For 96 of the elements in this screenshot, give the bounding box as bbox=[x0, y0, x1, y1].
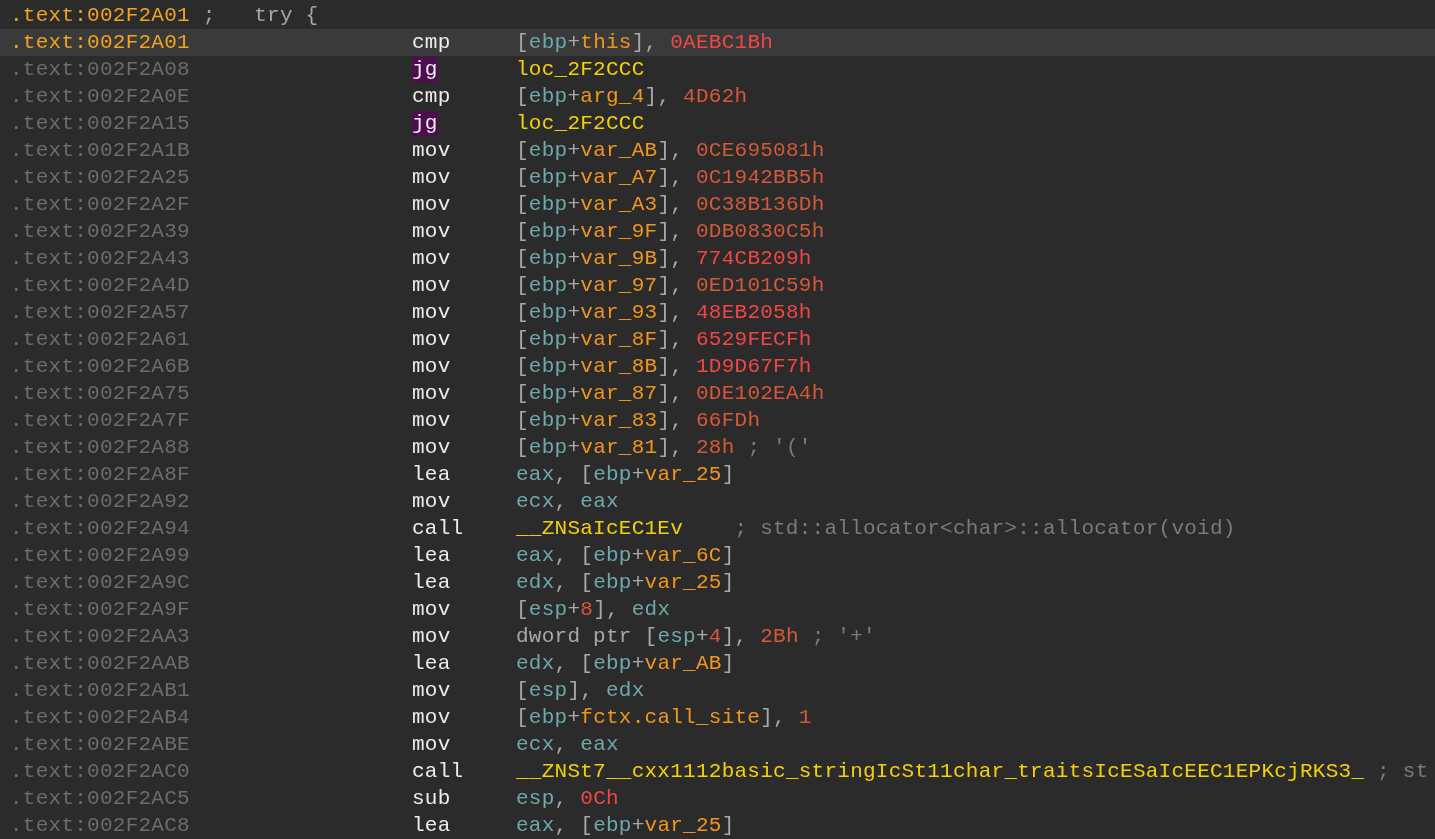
address-text: .text:002F2A8F bbox=[10, 463, 190, 486]
address-text: .text:002F2AAB bbox=[10, 652, 190, 675]
address-text: .text:002F2AB4 bbox=[10, 706, 190, 729]
comment-text: ; st bbox=[1377, 760, 1429, 783]
mnemonic-text: lea bbox=[412, 543, 451, 568]
mnemonic-text: mov bbox=[412, 732, 451, 757]
address-text: .text:002F2A7F bbox=[10, 409, 190, 432]
operand-text: [ebp+var_8F], 6529FECFh bbox=[516, 328, 812, 351]
operand-text: eax, [ebp+var_25] bbox=[516, 463, 735, 486]
address-text: .text:002F2A88 bbox=[10, 436, 190, 459]
address-text: .text:002F2A15 bbox=[10, 112, 190, 135]
mnemonic-text: mov bbox=[412, 597, 451, 622]
mnemonic-text: mov bbox=[412, 381, 451, 406]
operand-text: [ebp+arg_4], 4D62h bbox=[516, 85, 748, 108]
address-text: .text:002F2AC5 bbox=[10, 787, 190, 810]
address-text: .text:002F2A4D bbox=[10, 274, 190, 297]
operand-text: [ebp+var_A7], 0C1942BB5h bbox=[516, 166, 825, 189]
address-text: .text:002F2A57 bbox=[10, 301, 190, 324]
mnemonic-text: mov bbox=[412, 138, 451, 163]
address-text: .text:002F2A75 bbox=[10, 382, 190, 405]
operand-text: [ebp+var_83], 66FDh bbox=[516, 409, 761, 432]
operand-text: __ZNSt7__cxx1112basic_stringIcSt11char_traitsIcESaIcEEC1EPKcjRKS3_ bbox=[516, 760, 1365, 783]
address-text: .text:002F2A43 bbox=[10, 247, 190, 270]
mnemonic-text: mov bbox=[412, 165, 451, 190]
mnemonic-text: mov bbox=[412, 192, 451, 217]
address-text: .text:002F2A99 bbox=[10, 544, 190, 567]
comment-text: ; try { bbox=[202, 4, 319, 27]
mnemonic-text: cmp bbox=[412, 84, 451, 109]
mnemonic-text: lea bbox=[412, 462, 451, 487]
address-text: .text:002F2AB1 bbox=[10, 679, 190, 702]
comment-text: ; '+' bbox=[811, 625, 876, 648]
operand-text: esp, 0Ch bbox=[516, 787, 619, 810]
mnemonic-text: lea bbox=[412, 651, 451, 676]
mnemonic-text: lea bbox=[412, 570, 451, 595]
operand-text: [ebp+var_81], 28h bbox=[516, 436, 735, 459]
address-text: .text:002F2A39 bbox=[10, 220, 190, 243]
address-text: .text:002F2A08 bbox=[10, 58, 190, 81]
address-text: .text:002F2A94 bbox=[10, 517, 190, 540]
comment-text: ; std::allocator<char>::allocator(void) bbox=[734, 517, 1236, 540]
operand-text: __ZNSaIcEC1Ev bbox=[516, 517, 684, 540]
operand-text: [ebp+var_9F], 0DB0830C5h bbox=[516, 220, 825, 243]
mnemonic-text: mov bbox=[412, 624, 451, 649]
mnemonic-text: mov bbox=[412, 219, 451, 244]
address-text: .text:002F2A01 bbox=[10, 4, 190, 27]
address-text: .text:002F2ABE bbox=[10, 733, 190, 756]
mnemonic-text: jg bbox=[412, 57, 438, 82]
operand-text: dword ptr [esp+4], 2Bh bbox=[516, 625, 799, 648]
mnemonic-text: jg bbox=[412, 111, 438, 136]
address-text: .text:002F2A1B bbox=[10, 139, 190, 162]
operand-text: [ebp+var_8B], 1D9D67F7h bbox=[516, 355, 812, 378]
operand-text: [ebp+fctx.call_site], 1 bbox=[516, 706, 812, 729]
operand-text: eax, [ebp+var_6C] bbox=[516, 544, 735, 567]
mnemonic-text: mov bbox=[412, 678, 451, 703]
mnemonic-text: mov bbox=[412, 705, 451, 730]
operand-text: [esp], edx bbox=[516, 679, 645, 702]
operand-text: [ebp+var_A3], 0C38B136Dh bbox=[516, 193, 825, 216]
mnemonic-text: mov bbox=[412, 354, 451, 379]
operand-text: [ebp+this], 0AEBC1Bh bbox=[516, 31, 774, 54]
comment-text: ; '(' bbox=[747, 436, 812, 459]
mnemonic-text: mov bbox=[412, 273, 451, 298]
operand-text: [ebp+var_93], 48EB2058h bbox=[516, 301, 812, 324]
operand-text: loc_2F2CCC bbox=[516, 112, 645, 135]
mnemonic-text: mov bbox=[412, 489, 451, 514]
mnemonic-text: sub bbox=[412, 786, 451, 811]
operand-text: loc_2F2CCC bbox=[516, 58, 645, 81]
operand-text: eax, [ebp+var_25] bbox=[516, 814, 735, 837]
operand-text: edx, [ebp+var_25] bbox=[516, 571, 735, 594]
address-text: .text:002F2A61 bbox=[10, 328, 190, 351]
address-text: .text:002F2AA3 bbox=[10, 625, 190, 648]
address-text: .text:002F2A6B bbox=[10, 355, 190, 378]
address-text: .text:002F2A9C bbox=[10, 571, 190, 594]
mnemonic-text: mov bbox=[412, 408, 451, 433]
address-text: .text:002F2A01 bbox=[10, 31, 190, 54]
address-text: .text:002F2A0E bbox=[10, 85, 190, 108]
address-text: .text:002F2A92 bbox=[10, 490, 190, 513]
mnemonic-text: call bbox=[412, 759, 464, 784]
address-text: .text:002F2AC8 bbox=[10, 814, 190, 837]
mnemonic-text: lea bbox=[412, 813, 451, 838]
operand-text: [ebp+var_AB], 0CE695081h bbox=[516, 139, 825, 162]
address-text: .text:002F2AC0 bbox=[10, 760, 190, 783]
mnemonic-text: cmp bbox=[412, 30, 451, 55]
operand-text: [ebp+var_87], 0DE102EA4h bbox=[516, 382, 825, 405]
operand-text: ecx, eax bbox=[516, 733, 619, 756]
address-text: .text:002F2A2F bbox=[10, 193, 190, 216]
mnemonic-text: call bbox=[412, 516, 464, 541]
mnemonic-text: mov bbox=[412, 246, 451, 271]
address-text: .text:002F2A9F bbox=[10, 598, 190, 621]
mnemonic-text: mov bbox=[412, 327, 451, 352]
operand-text: [esp+8], edx bbox=[516, 598, 671, 621]
address-text: .text:002F2A25 bbox=[10, 166, 190, 189]
mnemonic-text: mov bbox=[412, 435, 451, 460]
operand-text: edx, [ebp+var_AB] bbox=[516, 652, 735, 675]
operand-text: [ebp+var_97], 0ED101C59h bbox=[516, 274, 825, 297]
mnemonic-text: mov bbox=[412, 300, 451, 325]
operand-text: [ebp+var_9B], 774CB209h bbox=[516, 247, 812, 270]
operand-text: ecx, eax bbox=[516, 490, 619, 513]
